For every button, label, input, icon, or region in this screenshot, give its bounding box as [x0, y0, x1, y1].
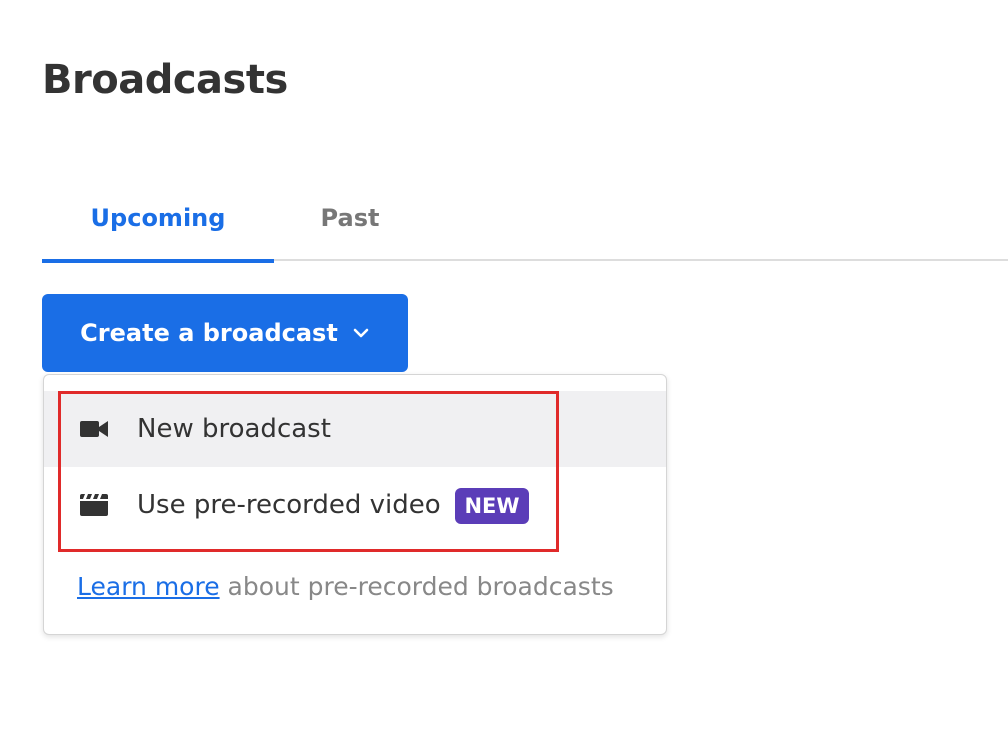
- menu-item-new-broadcast[interactable]: New broadcast: [44, 391, 666, 467]
- create-broadcast-label: Create a broadcast: [80, 319, 338, 347]
- tab-bar: Upcoming Past: [42, 175, 1008, 263]
- tab-upcoming-label: Upcoming: [90, 204, 226, 232]
- learn-more-link[interactable]: Learn more: [77, 572, 220, 601]
- learn-more-text: Learn more about pre-recorded broadcasts: [77, 572, 614, 601]
- video-camera-icon: [78, 417, 110, 441]
- active-tab-indicator: [42, 259, 274, 263]
- create-broadcast-menu: New broadcast Use pre-recorded video NEW…: [43, 374, 667, 635]
- clapperboard-icon: [78, 493, 110, 517]
- tab-past[interactable]: Past: [300, 175, 400, 261]
- chevron-down-icon: [352, 327, 370, 339]
- menu-item-pre-recorded-video[interactable]: Use pre-recorded video NEW: [44, 467, 666, 543]
- learn-more-suffix: about pre-recorded broadcasts: [219, 572, 614, 601]
- page-title: Broadcasts: [42, 57, 288, 103]
- tab-past-label: Past: [320, 204, 380, 232]
- tab-upcoming[interactable]: Upcoming: [42, 175, 274, 263]
- create-broadcast-button[interactable]: Create a broadcast: [42, 294, 408, 372]
- menu-item-label: New broadcast: [137, 414, 331, 444]
- menu-item-label: Use pre-recorded video: [137, 490, 441, 520]
- new-badge: NEW: [455, 488, 529, 524]
